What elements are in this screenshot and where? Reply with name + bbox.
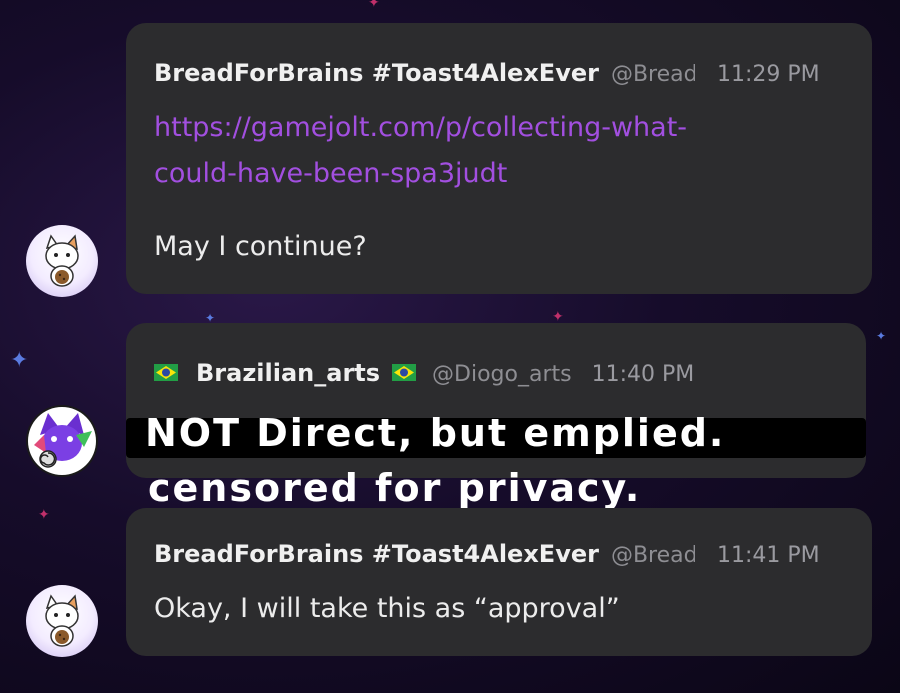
- timestamp: 11:29 PM: [716, 62, 820, 87]
- timestamp: 11:41 PM: [716, 543, 820, 568]
- message-text: May I continue?: [154, 231, 367, 262]
- handwritten-annotation: censored for privacy.: [148, 466, 642, 510]
- cat-avatar-icon: [45, 234, 79, 287]
- username[interactable]: BreadForBrains #Toast4AlexEver: [154, 59, 599, 87]
- purple-wolf-avatar-icon: [28, 407, 96, 475]
- star-decoration: ✦: [876, 329, 887, 343]
- user-handle: @BreadForBrains: [610, 543, 695, 568]
- user-avatar[interactable]: [26, 405, 98, 477]
- handwritten-annotation: NOT Direct, but emplied.: [145, 411, 726, 455]
- link-line[interactable]: could-have-been-spa3judt: [154, 151, 687, 197]
- message-bubble[interactable]: BreadForBrains #Toast4AlexEver @BreadFor…: [126, 23, 872, 294]
- message-header: BreadForBrains #Toast4AlexEver @BreadFor…: [154, 59, 820, 87]
- message-header: Brazilian_arts @Diogo_arts 11:40 PM: [154, 359, 694, 387]
- message-link[interactable]: https://gamejolt.com/p/collecting-what- …: [154, 105, 687, 197]
- user-handle: @BreadForBrains: [610, 62, 695, 87]
- message-header: BreadForBrains #Toast4AlexEver @BreadFor…: [154, 540, 820, 568]
- user-handle: @Diogo_arts: [432, 362, 572, 387]
- username[interactable]: BreadForBrains #Toast4AlexEver: [154, 540, 599, 568]
- user-avatar[interactable]: [26, 585, 98, 657]
- cat-avatar-icon: [45, 594, 79, 647]
- username[interactable]: Brazilian_arts: [196, 359, 380, 387]
- timestamp: 11:40 PM: [591, 362, 695, 387]
- star-decoration: ✦: [38, 507, 50, 523]
- brazil-flag-icon: [392, 364, 417, 381]
- brazil-flag-icon: [154, 364, 178, 381]
- star-decoration: ✦: [10, 348, 29, 373]
- user-avatar[interactable]: [26, 225, 98, 297]
- link-line[interactable]: https://gamejolt.com/p/collecting-what-: [154, 105, 687, 151]
- message-bubble[interactable]: BreadForBrains #Toast4AlexEver @BreadFor…: [126, 508, 872, 656]
- star-decoration: ✦: [552, 309, 564, 325]
- star-decoration: ✦: [368, 0, 380, 11]
- message-text: Okay, I will take this as “approval”: [154, 593, 620, 624]
